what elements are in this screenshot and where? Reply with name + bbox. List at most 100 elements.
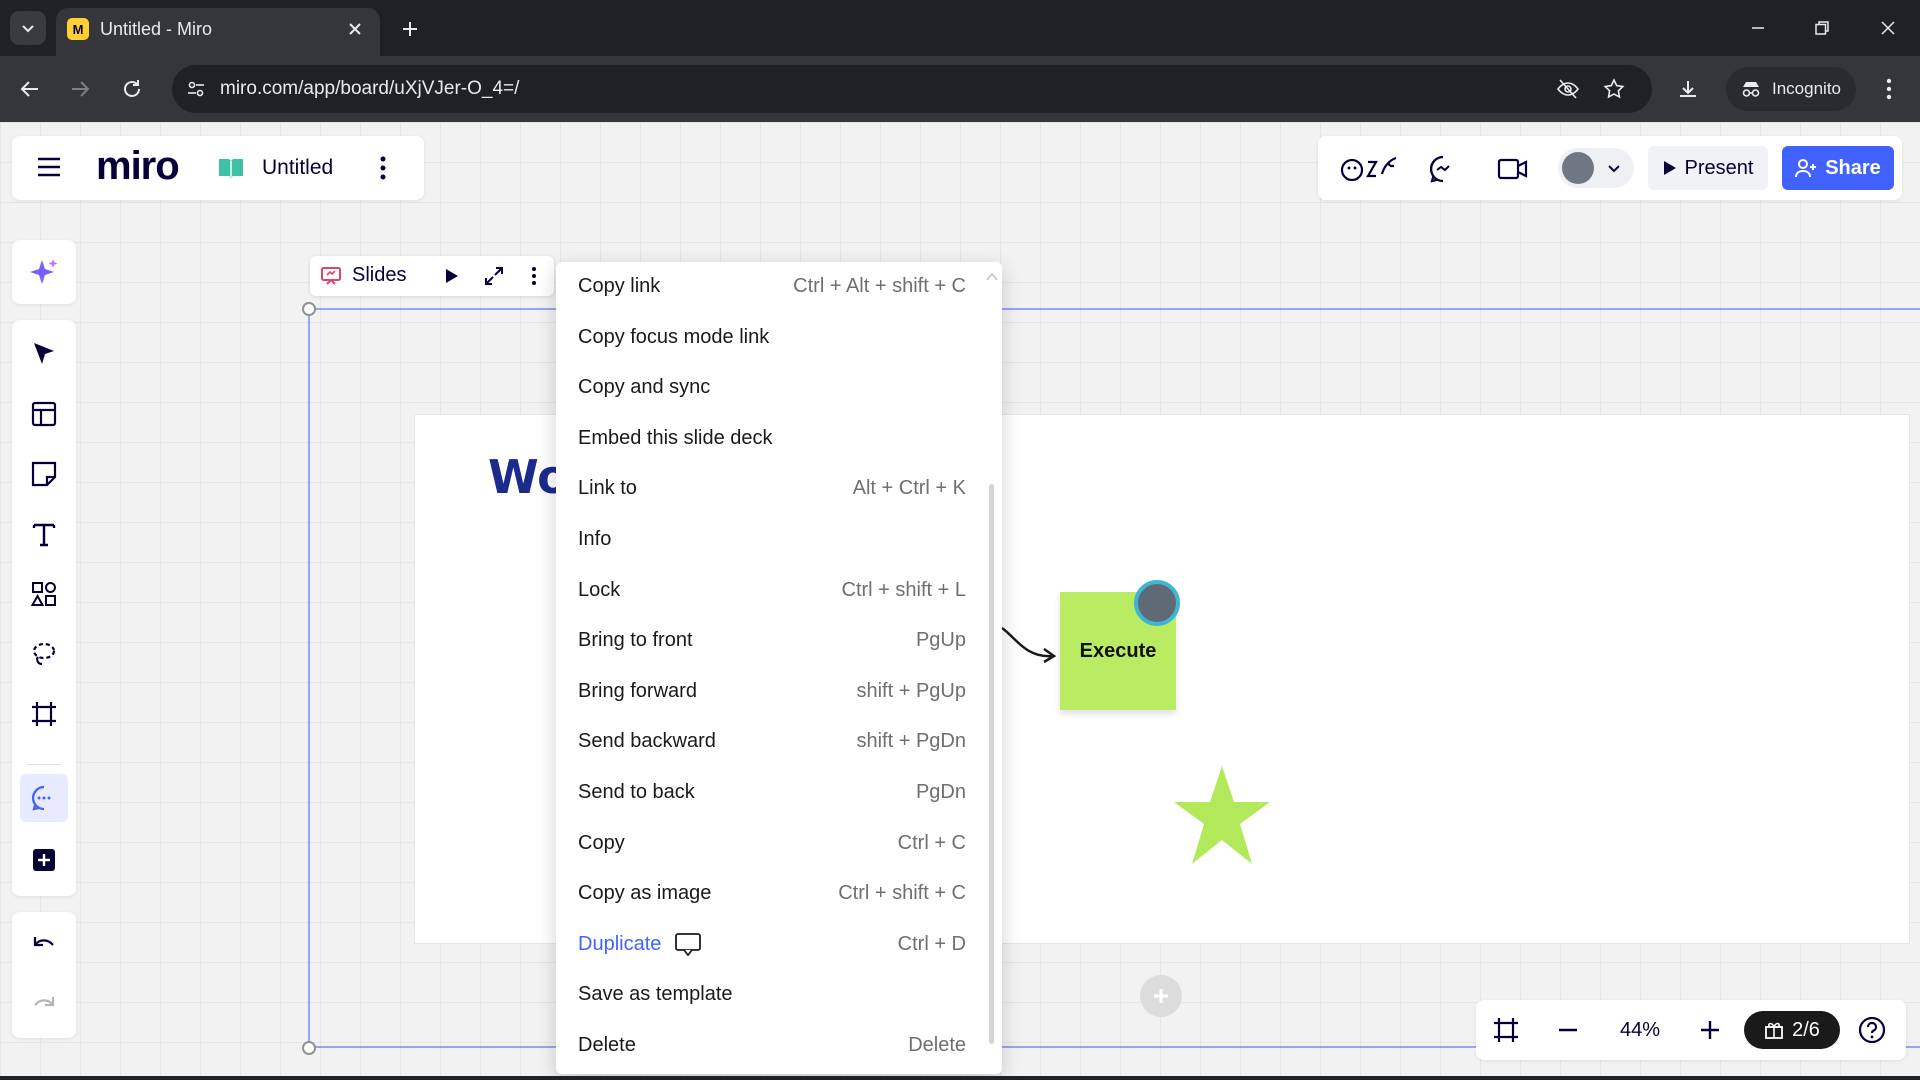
share-button[interactable]: Share bbox=[1782, 146, 1894, 190]
menu-item-copy[interactable]: Copy Ctrl + C bbox=[556, 819, 1002, 869]
menu-item-save-as-template[interactable]: Save as template bbox=[556, 970, 1002, 1020]
menu-item-embed-slide-deck[interactable]: Embed this slide deck bbox=[556, 414, 1002, 464]
present-button[interactable]: Present bbox=[1648, 146, 1768, 190]
menu-item-label: Copy and sync bbox=[578, 376, 711, 399]
menu-item-label: Save as template bbox=[578, 983, 733, 1006]
text-tool[interactable] bbox=[20, 510, 68, 558]
fit-to-screen-button[interactable] bbox=[1490, 1014, 1522, 1046]
menu-item-shortcut: Ctrl + Alt + shift + C bbox=[793, 275, 966, 297]
star-shape[interactable] bbox=[1170, 762, 1274, 870]
comment-tool[interactable] bbox=[20, 774, 68, 822]
help-button[interactable] bbox=[1856, 1014, 1888, 1046]
address-bar[interactable]: miro.com/app/board/uXjVJer-O_4=/ bbox=[172, 65, 1652, 113]
browser-menu-button[interactable] bbox=[1874, 71, 1904, 107]
miro-logo[interactable]: miro bbox=[96, 144, 180, 189]
zoom-controls: 44% 2/6 bbox=[1476, 1000, 1906, 1060]
undo-icon bbox=[33, 937, 54, 947]
tab-title: Untitled - Miro bbox=[100, 19, 213, 39]
board-header: miro Untitled bbox=[12, 136, 424, 200]
users-icon bbox=[1795, 159, 1817, 178]
sticky-note-tool[interactable] bbox=[20, 450, 68, 498]
forward-button[interactable] bbox=[62, 71, 98, 107]
pen-tool[interactable] bbox=[20, 630, 68, 678]
minimize-icon bbox=[1752, 27, 1764, 29]
slides-label: Slides bbox=[352, 264, 407, 286]
menu-item-label: Copy bbox=[578, 831, 625, 854]
add-slide-button[interactable] bbox=[1140, 975, 1182, 1017]
window-close-button[interactable] bbox=[1868, 10, 1908, 46]
reload-button[interactable] bbox=[114, 71, 150, 107]
collaborator-avatar bbox=[1134, 580, 1180, 626]
comments-button[interactable] bbox=[1426, 152, 1460, 186]
sparkle-icon bbox=[30, 259, 58, 284]
menu-item-bring-to-front[interactable]: Bring to front PgUp bbox=[556, 616, 1002, 666]
menu-item-copy-as-image[interactable]: Copy as image Ctrl + shift + C bbox=[556, 869, 1002, 919]
menu-item-duplicate[interactable]: Duplicate Ctrl + D bbox=[556, 920, 1002, 970]
eye-off-icon[interactable] bbox=[1556, 77, 1580, 101]
chevron-down-icon bbox=[22, 25, 34, 33]
chevron-down-icon bbox=[1608, 165, 1620, 173]
connector-arrow[interactable] bbox=[1000, 620, 1060, 668]
video-call-button[interactable] bbox=[1496, 152, 1530, 186]
slides-label-button[interactable]: Slides bbox=[320, 264, 406, 287]
menu-item-lock[interactable]: Lock Ctrl + shift + L bbox=[556, 566, 1002, 616]
shapes-tool[interactable] bbox=[20, 570, 68, 618]
menu-item-shortcut: shift + PgDn bbox=[856, 730, 966, 753]
reload-icon bbox=[124, 80, 140, 97]
menu-item-shortcut: Delete bbox=[908, 1034, 966, 1056]
redo-button[interactable] bbox=[20, 982, 68, 1030]
board-options-button[interactable] bbox=[372, 152, 394, 184]
menu-item-send-backward[interactable]: Send backward shift + PgDn bbox=[556, 717, 1002, 767]
back-button[interactable] bbox=[12, 71, 48, 107]
undo-button[interactable] bbox=[20, 922, 68, 970]
arrow-right-icon bbox=[72, 81, 90, 97]
shapes-icon bbox=[30, 582, 56, 606]
menu-item-link-to[interactable]: Link to Alt + Ctrl + K bbox=[556, 464, 1002, 514]
templates-tool[interactable] bbox=[20, 390, 68, 438]
menu-item-shortcut: Ctrl + C bbox=[897, 831, 966, 854]
new-tab-button[interactable] bbox=[395, 14, 425, 44]
frame-options-button[interactable] bbox=[520, 262, 548, 290]
expand-icon bbox=[485, 267, 503, 285]
menu-item-shortcut: shift + PgUp bbox=[856, 679, 966, 702]
bookmark-star-icon[interactable] bbox=[1602, 77, 1626, 101]
resize-handle-top-left[interactable] bbox=[302, 302, 316, 316]
menu-item-copy-focus-mode-link[interactable]: Copy focus mode link bbox=[556, 313, 1002, 363]
video-camera-icon bbox=[1497, 158, 1528, 180]
minimize-button[interactable] bbox=[1738, 10, 1778, 46]
more-apps-tool[interactable] bbox=[20, 836, 68, 884]
menu-item-bring-forward[interactable]: Bring forward shift + PgUp bbox=[556, 667, 1002, 717]
menu-item-copy-link[interactable]: Copy link Ctrl + Alt + shift + C bbox=[556, 262, 1002, 312]
menu-item-label: Duplicate bbox=[578, 932, 662, 955]
zoom-out-button[interactable] bbox=[1552, 1014, 1584, 1046]
select-tool[interactable] bbox=[20, 330, 68, 378]
tab-close-button[interactable] bbox=[344, 18, 366, 40]
play-icon bbox=[1663, 161, 1676, 175]
tab-search-button[interactable] bbox=[10, 11, 46, 45]
menu-item-label: Copy link bbox=[578, 275, 661, 297]
play-slides-button[interactable] bbox=[438, 262, 466, 290]
expand-frame-button[interactable] bbox=[480, 262, 508, 290]
menu-item-send-to-back[interactable]: Send to back PgDn bbox=[556, 768, 1002, 818]
reactions-button[interactable] bbox=[1338, 152, 1402, 186]
main-menu-button[interactable] bbox=[34, 152, 64, 182]
board-title[interactable]: Untitled bbox=[262, 156, 333, 180]
menu-item-copy-and-sync[interactable]: Copy and sync bbox=[556, 363, 1002, 413]
menu-item-shortcut: PgUp bbox=[915, 629, 966, 652]
resize-handle-bottom-left[interactable] bbox=[302, 1041, 316, 1055]
incognito-indicator[interactable]: Incognito bbox=[1726, 67, 1856, 111]
zoom-in-button[interactable] bbox=[1694, 1014, 1726, 1046]
menu-item-info[interactable]: Info bbox=[556, 515, 1002, 565]
cursor-arrow-icon bbox=[34, 343, 54, 364]
site-settings-icon[interactable] bbox=[184, 77, 208, 101]
menu-item-delete[interactable]: Delete Delete bbox=[556, 1021, 1002, 1071]
gift-icon bbox=[1765, 1022, 1784, 1039]
download-button[interactable] bbox=[1670, 71, 1706, 107]
user-avatar-menu[interactable] bbox=[1558, 148, 1634, 188]
frame-tool[interactable] bbox=[20, 690, 68, 738]
restore-button[interactable] bbox=[1802, 10, 1842, 46]
slide-counter-button[interactable]: 2/6 bbox=[1744, 1011, 1840, 1049]
browser-tab[interactable]: M Untitled - Miro bbox=[56, 8, 380, 56]
ai-assist-button[interactable] bbox=[12, 240, 76, 304]
zoom-level[interactable]: 44% bbox=[1610, 1019, 1670, 1042]
